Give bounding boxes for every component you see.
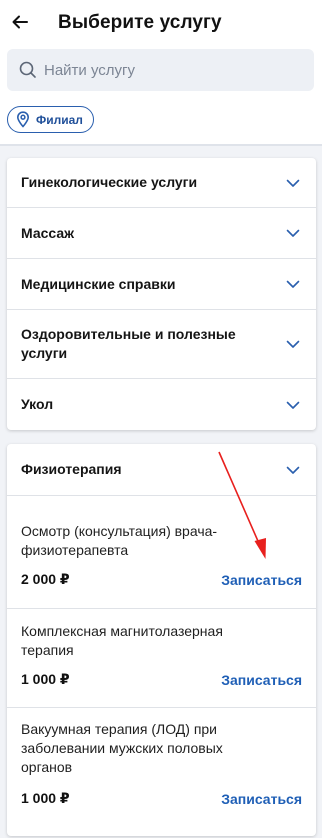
branch-filter-chip[interactable]: Филиал: [7, 106, 94, 133]
service-item: Осмотр (консультация) врача-физиотерапев…: [7, 496, 316, 609]
service-name: Осмотр (консультация) врача-физиотерапев…: [21, 523, 218, 558]
search-input[interactable]: Найти услугу: [7, 49, 314, 91]
service-price: 2 000 ₽: [21, 571, 70, 587]
book-button[interactable]: Записаться: [221, 572, 302, 588]
book-button[interactable]: Записаться: [221, 791, 302, 807]
chevron-down-icon: [286, 340, 300, 348]
category-label: Массаж: [21, 224, 75, 241]
chevron-down-icon: [286, 466, 300, 474]
chevron-down-icon: [286, 179, 300, 187]
categories-list: Гинекологические услуги Массаж Медицинск…: [7, 158, 316, 430]
service-price: 1 000 ₽: [21, 671, 70, 687]
category-item[interactable]: Гинекологические услуги: [7, 158, 316, 208]
service-name: Вакуумная терапия (ЛОД) при заболевании …: [21, 721, 223, 775]
search-icon: [19, 61, 36, 78]
location-pin-icon: [16, 111, 30, 128]
page-title: Выберите услугу: [58, 12, 222, 33]
category-item[interactable]: Оздоровительные и полезные услуги: [7, 310, 316, 379]
header-divider: [0, 144, 322, 146]
chevron-down-icon: [286, 280, 300, 288]
category-label: Укол: [21, 396, 54, 412]
expanded-category: Физиотерапия Осмотр (консультация) врача…: [7, 444, 316, 836]
category-item[interactable]: Укол: [7, 379, 316, 430]
category-item[interactable]: Медицинские справки: [7, 259, 316, 310]
category-label: Гинекологические услуги: [21, 174, 198, 190]
category-item-expanded[interactable]: Физиотерапия: [7, 444, 316, 496]
service-item: Вакуумная терапия (ЛОД) при заболевании …: [7, 708, 316, 836]
service-price: 1 000 ₽: [21, 790, 70, 806]
category-label: Медицинские справки: [21, 275, 176, 292]
category-label: Физиотерапия: [21, 461, 122, 477]
arrow-left-icon: [12, 15, 28, 29]
service-item: Комплексная магнитолазерная терапия 1 00…: [7, 609, 316, 708]
chevron-down-icon: [286, 229, 300, 237]
service-name: Комплексная магнитолазерная терапия: [21, 623, 223, 658]
category-item[interactable]: Массаж: [7, 208, 316, 259]
book-button[interactable]: Записаться: [221, 672, 302, 688]
back-button[interactable]: [8, 10, 32, 34]
search-placeholder: Найти услугу: [44, 61, 136, 79]
chevron-down-icon: [286, 401, 300, 409]
category-label: Оздоровительные и полезные услуги: [21, 326, 236, 361]
header: Выберите услугу Найти услугу Филиал: [0, 0, 322, 146]
branch-filter-label: Филиал: [36, 112, 83, 127]
